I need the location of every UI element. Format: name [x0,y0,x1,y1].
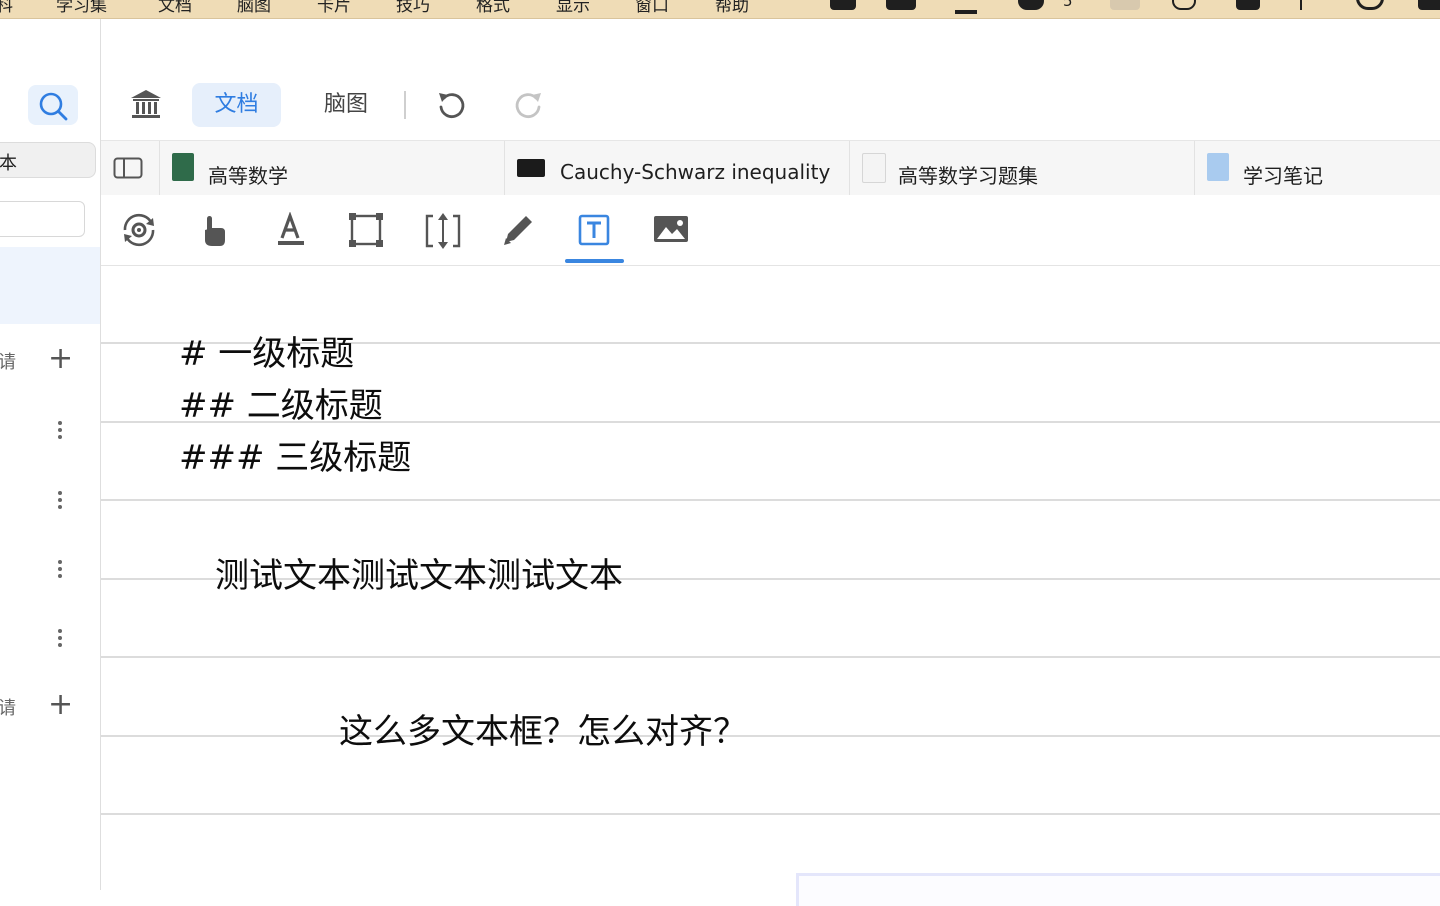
tray-box-icon[interactable] [1236,0,1260,10]
sidebar-item-row[interactable] [0,627,100,657]
sidebar-group-row[interactable]: 请 + [0,690,100,722]
menu-item-window[interactable]: 窗口 [635,0,669,16]
text-box-question[interactable]: 这么多文本框？怎么对齐？ [339,704,747,753]
sidebar-group-row[interactable]: 请 + [0,344,100,376]
text-box-heading2[interactable]: ## 二级标题 [179,378,383,427]
sidebar: 本 请 + 请 + [0,19,101,890]
sidebar-tab[interactable]: 本 [0,142,96,178]
ruled-line [101,735,1440,737]
tray-display-icon[interactable] [1418,0,1440,10]
tray-chat-icon[interactable] [1018,0,1044,10]
tray-bluetooth-icon[interactable] [1300,0,1320,10]
tray-headphones-icon[interactable] [1356,0,1384,10]
library-icon[interactable] [129,87,163,121]
menu-item-document[interactable]: 文档 [158,0,192,16]
notebook-icon [1207,153,1229,181]
tray-pen-icon[interactable] [955,0,977,14]
tray-badge-count: 5 [1063,0,1073,10]
tool-rectangle-select[interactable] [344,210,388,250]
text-highlight-icon [278,212,304,245]
tool-resize[interactable] [419,210,463,250]
menu-item-format[interactable]: 格式 [476,0,510,16]
doc-tab-label: 高等数学习题集 [898,164,1038,188]
sidebar-tab-label: 本 [0,153,17,174]
menu-item-tips[interactable]: 技巧 [396,0,430,16]
ruled-line [101,656,1440,658]
tool-rotate-settings[interactable] [115,210,159,250]
more-options-icon[interactable] [58,421,64,442]
undo-icon[interactable] [435,89,467,121]
ruled-line [101,813,1440,815]
sidebar-item-row[interactable] [0,558,100,588]
add-icon[interactable]: + [48,690,73,720]
text-box-test[interactable]: 测试文本测试文本测试文本 [215,548,623,597]
menu-item-mindmap[interactable]: 脑图 [237,0,271,16]
document-page[interactable]: # 一级标题 ## 二级标题 ### 三级标题 测试文本测试文本测试文本 这么多… [101,266,1440,906]
menu-item-help[interactable]: 帮助 [715,0,749,16]
active-tool-indicator [565,259,624,263]
pencil-icon [504,216,532,245]
sidebar-item-row[interactable] [0,489,100,519]
tool-hand[interactable] [191,210,235,250]
tray-screen-icon[interactable] [1110,0,1140,10]
menu-item-card[interactable]: 卡片 [317,0,351,16]
tab-document[interactable]: 文档 [192,83,281,127]
doc-tab-label: 学习笔记 [1243,164,1323,188]
more-options-icon[interactable] [58,491,64,512]
doc-tab-higher-math[interactable]: 高等数学 [160,141,505,196]
document-page-icon [862,153,886,183]
text-box-heading3[interactable]: ### 三级标题 [179,430,411,479]
tray-clock-icon[interactable] [1172,0,1196,10]
split-view-icon [113,157,143,179]
search-button[interactable] [28,85,78,125]
sidebar-selected-item[interactable] [0,247,100,324]
menu-item[interactable]: 科 [0,0,13,16]
search-icon [39,92,68,121]
tray-app-icon[interactable] [830,0,856,10]
text-box-icon [578,214,610,246]
tool-image[interactable] [648,210,692,250]
resize-icon [425,213,461,249]
doc-tab-study-notes[interactable]: 学习笔记 [1195,141,1440,196]
pointer-hand-icon [205,216,225,246]
rectangle-select-icon [349,213,383,247]
tool-text-box[interactable] [572,210,616,250]
doc-tab-exercise-set[interactable]: 高等数学习题集 [850,141,1195,196]
image-icon [654,216,688,242]
sidebar-group-label: 请 [0,352,16,373]
annotation-toolbar [101,195,1440,266]
more-options-icon[interactable] [58,560,64,581]
toolbar-divider [404,91,406,119]
split-view-button[interactable] [101,141,160,196]
more-options-icon[interactable] [58,629,64,650]
rotate-gear-icon [123,213,155,247]
sidebar-item-row[interactable] [0,419,100,449]
tool-text-highlight[interactable] [268,210,312,250]
sidebar-group-label: 请 [0,698,16,719]
add-icon[interactable]: + [48,344,73,374]
tool-pen[interactable] [496,210,540,250]
text-box-heading1[interactable]: # 一级标题 [179,326,354,375]
book-cover-icon [172,153,194,181]
document-tab-strip: 高等数学 Cauchy-Schwarz inequality 高等数学习题集 学… [101,140,1440,196]
header-toolbar: 文档 脑图 [101,19,1440,140]
redo-icon[interactable] [513,89,545,121]
doc-tab-label: Cauchy-Schwarz inequality [560,160,831,184]
menu-item-study-set[interactable]: 学习集 [56,0,107,16]
sidebar-search-input[interactable] [0,201,85,237]
video-thumbnail-icon [517,159,545,177]
doc-tab-cauchy-schwarz[interactable]: Cauchy-Schwarz inequality [505,141,850,196]
ruled-line [101,499,1440,501]
tab-mindmap[interactable]: 脑图 [311,83,381,127]
doc-tab-label: 高等数学 [208,164,288,188]
menu-item-view[interactable]: 显示 [556,0,590,16]
tray-window-icon[interactable] [886,0,916,10]
menu-bar: 科 学习集 文档 脑图 卡片 技巧 格式 显示 窗口 帮助 5 [0,0,1440,19]
